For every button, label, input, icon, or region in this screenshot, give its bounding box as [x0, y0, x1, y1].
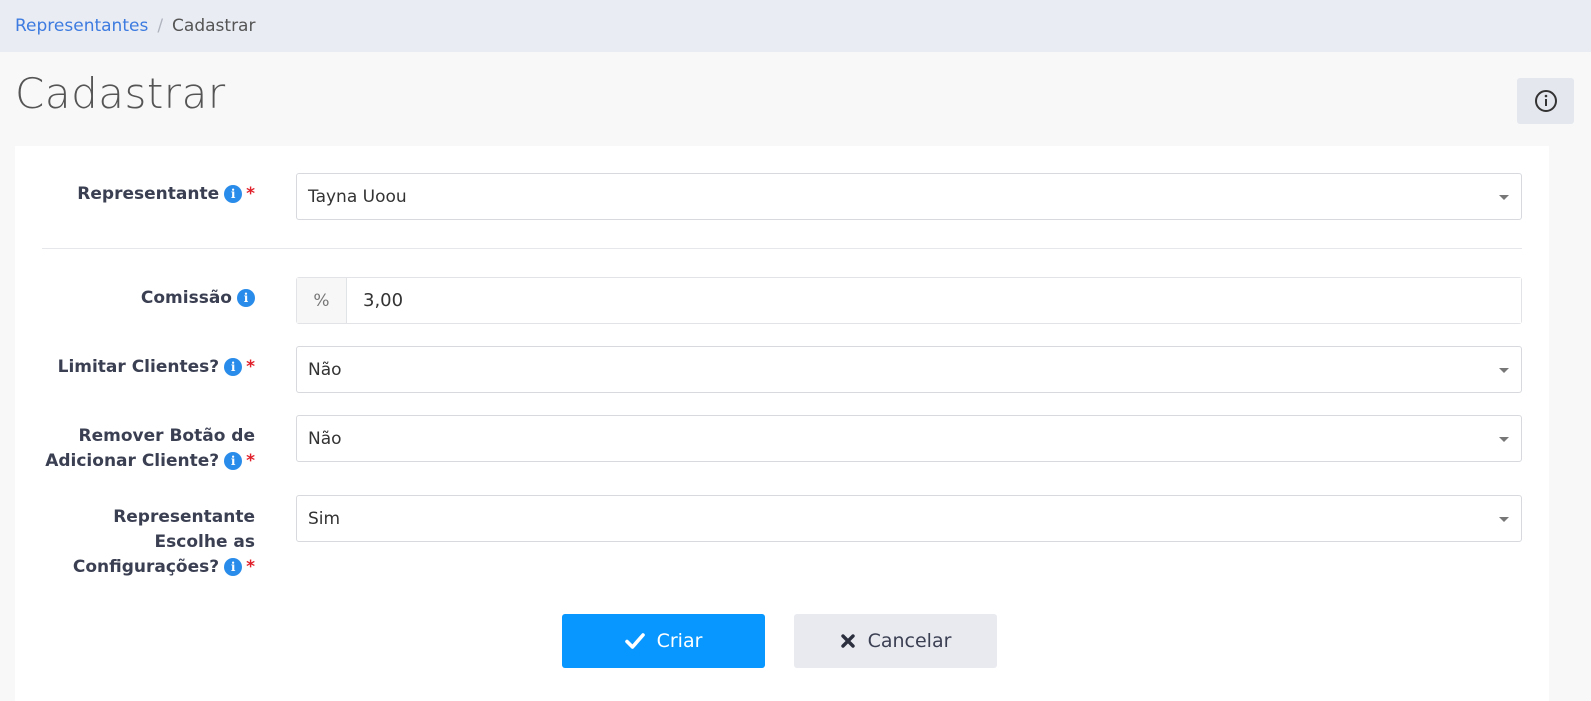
- breadcrumb-current: Cadastrar: [172, 16, 256, 36]
- remover-botao-select-value: Não: [308, 428, 342, 449]
- representante-select-value: Tayna Uoou: [308, 186, 407, 207]
- escolhe-configuracoes-label: Representante Escolhe as Configurações? i…: [72, 507, 255, 577]
- remover-botao-label: Remover Botão de Adicionar Cliente? i *: [45, 426, 255, 471]
- info-tooltip-icon[interactable]: i: [224, 558, 243, 576]
- escolhe-configuracoes-select-value: Sim: [308, 508, 341, 529]
- remover-botao-select[interactable]: Não: [296, 415, 1522, 462]
- cancelar-button-label: Cancelar: [867, 630, 952, 652]
- dropdown-caret-icon: [1499, 437, 1509, 442]
- representante-label: Representante i *: [77, 184, 255, 204]
- limitar-clientes-label: Limitar Clientes? i *: [57, 357, 255, 377]
- info-tooltip-icon[interactable]: i: [224, 185, 243, 203]
- limitar-clientes-select-value: Não: [308, 359, 342, 380]
- divider: [42, 248, 1522, 249]
- required-marker: *: [246, 184, 255, 204]
- dropdown-caret-icon: [1499, 368, 1509, 373]
- breadcrumb-link-representantes[interactable]: Representantes: [15, 16, 148, 36]
- comissao-label: Comissão i: [141, 286, 255, 311]
- info-circle-icon: [1534, 90, 1557, 112]
- required-marker: *: [246, 451, 255, 471]
- comissao-input-group: %: [296, 277, 1522, 324]
- required-marker: *: [246, 557, 255, 577]
- criar-button[interactable]: Criar: [562, 614, 765, 668]
- required-marker: *: [246, 357, 255, 377]
- info-tooltip-icon[interactable]: i: [237, 289, 255, 307]
- breadcrumb-separator: /: [157, 16, 164, 36]
- cancelar-button[interactable]: Cancelar: [794, 614, 997, 668]
- info-tooltip-icon[interactable]: i: [224, 358, 243, 376]
- breadcrumb: Representantes / Cadastrar: [0, 0, 1591, 52]
- escolhe-configuracoes-select[interactable]: Sim: [296, 495, 1522, 542]
- percent-addon: %: [297, 278, 347, 323]
- form-card: Representantei* Tayna Uoou Comissãoi % L…: [15, 146, 1549, 701]
- criar-button-label: Criar: [656, 630, 703, 652]
- check-icon: [624, 633, 645, 649]
- representante-select[interactable]: Tayna Uoou: [296, 173, 1522, 220]
- dropdown-caret-icon: [1499, 195, 1509, 200]
- info-button[interactable]: [1517, 78, 1574, 124]
- close-icon: [840, 634, 855, 648]
- limitar-clientes-select[interactable]: Não: [296, 346, 1522, 393]
- page-title: Cadastrar: [15, 69, 226, 118]
- dropdown-caret-icon: [1499, 517, 1509, 522]
- comissao-input[interactable]: [347, 278, 1521, 323]
- info-tooltip-icon[interactable]: i: [224, 452, 243, 470]
